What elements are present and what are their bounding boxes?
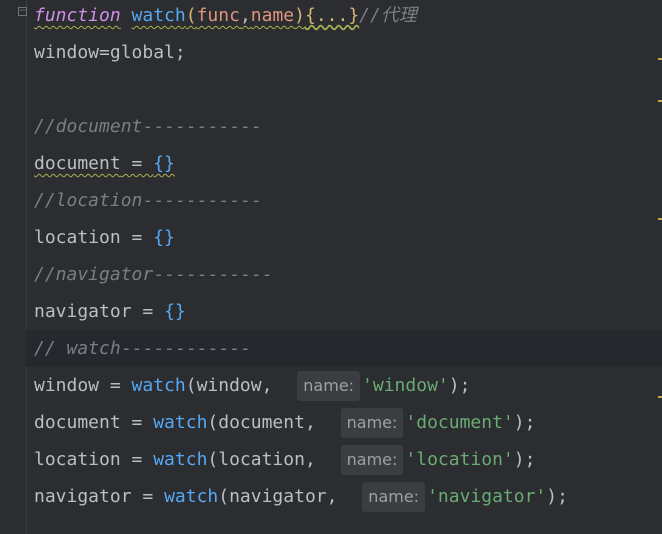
comment-location: //location (34, 190, 143, 211)
parameter-hint: name: (297, 371, 361, 401)
call-end: ); (546, 486, 568, 507)
code-line-7[interactable]: location = {} (26, 219, 662, 256)
folded-function-body[interactable]: {...} (305, 5, 359, 26)
call-end: ); (513, 449, 536, 470)
document-target: document (34, 153, 121, 174)
comment-dashes: ----------- (142, 190, 262, 211)
watch-call: watch (153, 412, 208, 433)
document-target: document (34, 412, 121, 433)
string-literal: 'navigator' (427, 486, 547, 507)
code-line-9[interactable]: navigator = {} (26, 293, 662, 330)
assign-op: = (120, 449, 154, 470)
code-line-10-current[interactable]: // watch------------ (26, 330, 662, 367)
call-args: (document, (207, 412, 327, 433)
param-name: name (250, 5, 295, 26)
comment-dashes: ----------- (142, 116, 262, 137)
code-line-5[interactable]: document = {} (26, 145, 662, 182)
code-line-6[interactable]: //location----------- (26, 182, 662, 219)
navigator-target: navigator (34, 486, 132, 507)
navigator-target: navigator (34, 301, 132, 322)
code-line-2[interactable]: window=global; (26, 34, 662, 71)
call-end: ); (513, 412, 536, 433)
string-literal: 'window' (362, 375, 449, 396)
function-name: watch (131, 5, 186, 26)
call-args: (navigator, (218, 486, 349, 507)
code-line-8[interactable]: //navigator----------- (26, 256, 662, 293)
watch-call: watch (131, 375, 186, 396)
comment-dashes: ----------- (153, 264, 273, 285)
close-paren: ) (294, 5, 305, 26)
call-args: (window, (185, 375, 284, 396)
call-args: (location, (207, 449, 327, 470)
comment-navigator: //navigator (34, 264, 154, 285)
code-line-14[interactable]: navigator = watch(navigator, name:'navig… (26, 478, 662, 515)
assign-op: = (120, 227, 154, 248)
comment-document: //document (34, 116, 143, 137)
editor-gutter (0, 0, 27, 534)
call-end: ); (448, 375, 471, 396)
param-func: func (196, 5, 240, 26)
assign-op: = (131, 486, 165, 507)
code-line-13[interactable]: location = watch(location, name:'locatio… (26, 441, 662, 478)
window-target: window (34, 375, 100, 396)
comma: , (239, 5, 251, 26)
assign-op: = (120, 153, 154, 174)
parameter-hint: name: (340, 445, 404, 475)
keyword-function: function (34, 5, 121, 26)
parameter-hint: name: (362, 482, 426, 512)
assign-op: = (99, 375, 132, 396)
parameter-hint: name: (340, 408, 404, 438)
code-line-4[interactable]: //document----------- (26, 108, 662, 145)
open-paren: ( (185, 5, 197, 26)
watch-call: watch (164, 486, 219, 507)
assign-op: = (120, 412, 154, 433)
comment-dashes: ------------ (120, 338, 251, 359)
string-literal: 'location' (405, 449, 514, 470)
location-target: location (34, 449, 121, 470)
code-line-3[interactable] (26, 71, 662, 108)
code-line-11[interactable]: window = watch(window, name:'window'); (26, 367, 662, 404)
assign-op: = (131, 301, 165, 322)
code-line-12[interactable]: document = watch(document, name:'documen… (26, 404, 662, 441)
location-target: location (34, 227, 121, 248)
watch-call: watch (153, 449, 208, 470)
code-editor[interactable]: function watch(func,name){...}//代理 windo… (0, 0, 662, 534)
empty-object: {} (153, 153, 175, 174)
comment-proxy: //代理 (359, 5, 417, 26)
comment-watch: // watch (34, 338, 121, 359)
empty-object: {} (153, 227, 175, 248)
code-line-1[interactable]: function watch(func,name){...}//代理 (26, 0, 662, 34)
window-assignment: window=global; (34, 42, 186, 63)
empty-object: {} (164, 301, 186, 322)
string-literal: 'document' (405, 412, 514, 433)
